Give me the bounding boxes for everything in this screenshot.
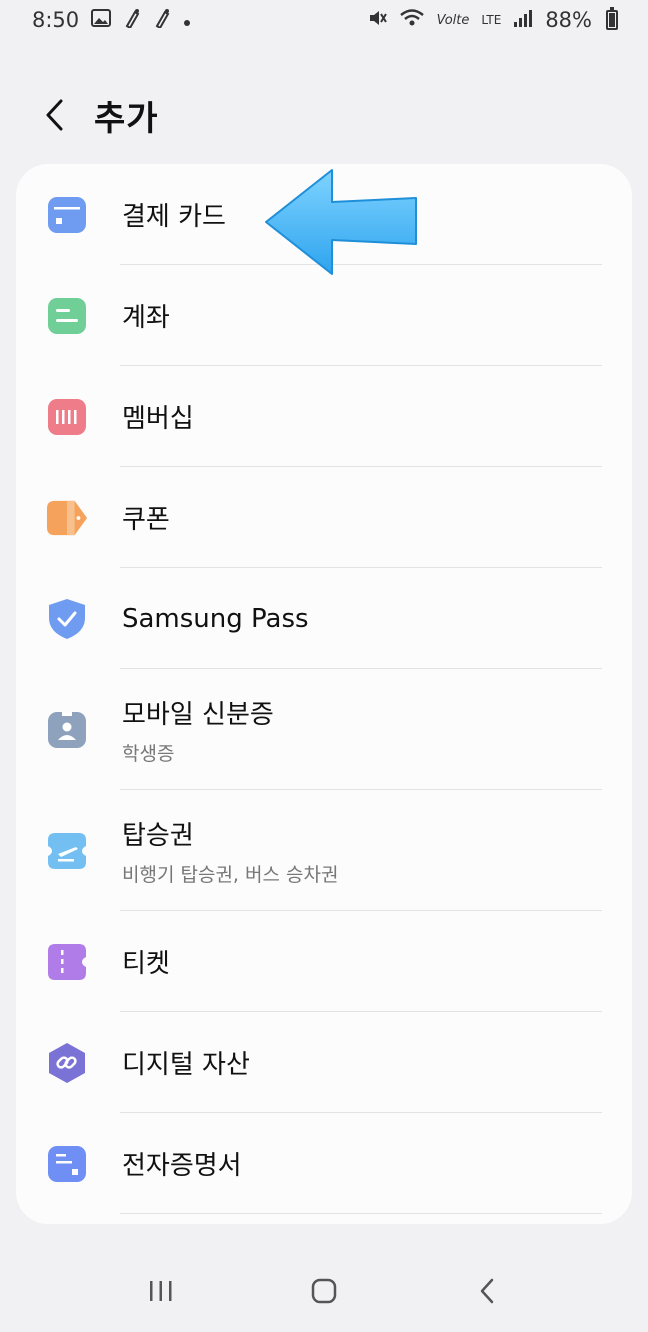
status-bar: 8:50 Volte LTE 88%: [0, 0, 648, 40]
more-notifications-dot-icon: [183, 8, 191, 32]
boarding-pass-icon: [46, 830, 88, 872]
list-item-e-certificate[interactable]: 전자증명서: [16, 1113, 632, 1214]
list-item-digital-asset[interactable]: 디지털 자산: [16, 1012, 632, 1113]
list-item-account[interactable]: 계좌: [16, 265, 632, 366]
chevron-left-icon: [46, 99, 63, 131]
membership-icon: [46, 396, 88, 438]
item-label: 티켓: [122, 949, 170, 979]
item-label: 멤버십: [122, 404, 194, 434]
battery-percent: 88%: [545, 8, 592, 32]
card-icon: [46, 194, 88, 236]
list-item-boarding-pass[interactable]: 탑승권 비행기 탑승권, 버스 승차권: [16, 790, 632, 911]
gallery-icon: [91, 8, 112, 32]
add-options-list: 결제 카드 계좌 멤버십 쿠폰 Samsung Pass 모바일 신분증 학생증…: [16, 164, 632, 1224]
item-label: 결제 카드: [122, 202, 226, 232]
item-label: 쿠폰: [122, 505, 170, 535]
notification-app-icon-2: [153, 8, 171, 33]
coupon-icon: [46, 497, 88, 539]
recent-apps-icon: [150, 1281, 172, 1301]
certificate-icon: [46, 1143, 88, 1185]
battery-icon: [606, 7, 618, 30]
list-item-membership[interactable]: 멤버십: [16, 366, 632, 467]
lte-icon: LTE: [481, 13, 502, 27]
item-label: 디지털 자산: [122, 1050, 250, 1080]
item-label: Samsung Pass: [122, 603, 309, 634]
item-label: 전자증명서: [122, 1151, 242, 1181]
list-item-ticket[interactable]: 티켓: [16, 911, 632, 1012]
divider: [120, 1213, 602, 1214]
status-left: 8:50: [32, 8, 191, 33]
back-icon: [480, 1278, 493, 1304]
signal-icon: [513, 8, 533, 33]
item-label: 계좌: [122, 303, 170, 333]
list-item-coupon[interactable]: 쿠폰: [16, 467, 632, 568]
item-label: 탑승권: [122, 820, 194, 851]
nav-back-button[interactable]: [457, 1261, 517, 1321]
clock: 8:50: [32, 8, 80, 32]
account-icon: [46, 295, 88, 337]
status-right: Volte LTE 88%: [367, 7, 618, 33]
mute-icon: [367, 8, 387, 33]
item-label: 모바일 신분증: [122, 699, 274, 730]
notification-app-icon: [123, 8, 141, 33]
volte-icon: Volte: [436, 12, 470, 28]
list-item-samsung-pass[interactable]: Samsung Pass: [16, 568, 632, 669]
item-subtitle: 학생증: [122, 742, 175, 765]
wifi-icon: [399, 8, 425, 33]
page-title: 추가: [94, 98, 159, 139]
navigation-bar: [0, 1250, 648, 1332]
recent-apps-button[interactable]: [131, 1261, 191, 1321]
list-item-payment-card[interactable]: 결제 카드: [16, 164, 632, 265]
home-button[interactable]: [294, 1261, 354, 1321]
id-card-icon: [46, 709, 88, 751]
home-icon: [311, 1278, 337, 1304]
ticket-icon: [46, 941, 88, 983]
page-header: 추가: [0, 80, 648, 150]
back-button[interactable]: [34, 90, 74, 140]
list-item-mobile-id[interactable]: 모바일 신분증 학생증: [16, 669, 632, 790]
item-subtitle: 비행기 탑승권, 버스 승차권: [122, 863, 339, 886]
shield-icon: [46, 598, 88, 640]
digital-asset-icon: [46, 1042, 88, 1084]
